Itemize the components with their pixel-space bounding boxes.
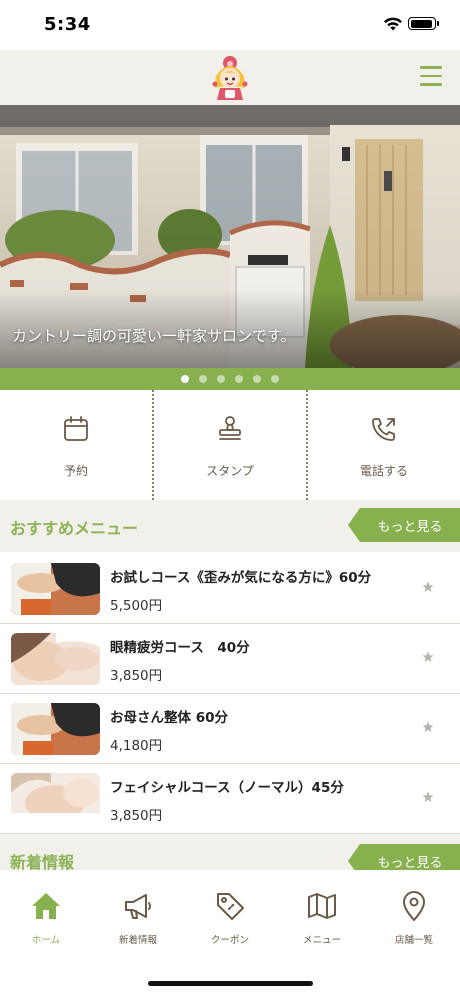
call-button[interactable]: 電話する [306,390,460,500]
carousel-dot[interactable] [181,375,189,383]
menu-item-price: 3,850円 [110,668,163,684]
hero-caption: カントリー調の可愛い一軒家サロンです。 [12,327,296,345]
menu-thumbnail [11,703,100,755]
app-header [0,50,460,105]
favorite-star-icon[interactable] [422,791,434,803]
bottom-navigation: ホーム 新着情報 クーポン メニュー 店舗一覧 [0,870,460,996]
carousel-dot[interactable] [253,375,261,383]
nav-news[interactable]: 新着情報 [92,870,184,960]
nav-stores-label: 店舗一覧 [394,935,433,946]
coupon-tag-icon [217,893,244,920]
quick-actions: 予約 スタンプ 電話する [0,390,460,500]
calendar-icon [64,416,88,441]
recommended-more-button[interactable]: もっと見る [348,508,460,542]
megaphone-icon [125,894,151,919]
recommended-menu-list: お試しコース《歪みが気になる方に》60分 5,500円 眼精疲労コース 40分 … [0,554,460,834]
nav-menu[interactable]: メニュー [276,870,368,960]
menu-item[interactable]: 眼精疲労コース 40分 3,850円 [0,624,460,694]
nav-coupon-label: クーポン [210,935,249,946]
phone-outgoing-icon [372,418,395,441]
carousel-dot[interactable] [199,375,207,383]
call-label: 電話する [359,464,408,478]
nav-stores[interactable]: 店舗一覧 [368,870,460,960]
menu-item-price: 5,500円 [110,598,163,614]
mascot-logo[interactable] [207,54,253,102]
menu-item-price: 4,180円 [110,738,163,754]
stamp-button[interactable]: スタンプ [152,390,306,500]
carousel-dot[interactable] [217,375,225,383]
menu-item[interactable]: お母さん整体 60分 4,180円 [0,694,460,764]
menu-item-name: お母さん整体 60分 [110,710,228,726]
app-screen: 5:34 カントリー調の可愛い一軒家サロンです。 予約 スタンプ 電話する おす… [0,0,460,996]
nav-menu-label: メニュー [302,935,341,946]
menu-thumbnail [11,633,100,685]
stamp-icon [219,416,241,440]
battery-icon [408,17,439,30]
carousel-dot[interactable] [271,375,279,383]
menu-item[interactable]: お試しコース《歪みが気になる方に》60分 5,500円 [0,554,460,624]
menu-item-name: 眼精疲労コース 40分 [110,640,250,656]
wifi-icon [384,17,402,31]
nav-coupon[interactable]: クーポン [184,870,276,960]
nav-home[interactable]: ホーム [0,870,92,960]
carousel-dot[interactable] [235,375,243,383]
nav-news-label: 新着情報 [118,935,157,946]
home-indicator [148,981,313,986]
news-section-header: 新着情報 もっと見る [0,834,460,874]
favorite-star-icon[interactable] [422,721,434,733]
hamburger-icon [420,66,442,69]
recommended-section-header: おすすめメニュー もっと見る [0,500,460,552]
reserve-label: 予約 [63,464,88,478]
menu-item-name: お試しコース《歪みが気になる方に》60分 [110,570,372,586]
home-icon [32,893,60,919]
location-pin-icon [403,891,425,921]
map-icon [308,893,336,919]
menu-thumbnail [11,773,100,825]
recommended-title: おすすめメニュー [10,519,139,538]
hamburger-menu-button[interactable] [420,66,442,88]
status-bar: 5:34 [0,0,460,50]
carousel-pagination [0,368,460,390]
menu-item-price: 3,850円 [110,808,163,824]
hero-carousel[interactable]: カントリー調の可愛い一軒家サロンです。 [0,105,460,368]
favorite-star-icon[interactable] [422,651,434,663]
stamp-label: スタンプ [206,464,254,478]
reserve-button[interactable]: 予約 [0,390,152,500]
nav-home-label: ホーム [31,935,61,946]
menu-item-name: フェイシャルコース（ノーマル）45分 [110,780,344,796]
menu-thumbnail [11,563,100,615]
favorite-star-icon[interactable] [422,581,434,593]
status-time: 5:34 [44,14,91,35]
menu-item[interactable]: フェイシャルコース（ノーマル）45分 3,850円 [0,764,460,834]
